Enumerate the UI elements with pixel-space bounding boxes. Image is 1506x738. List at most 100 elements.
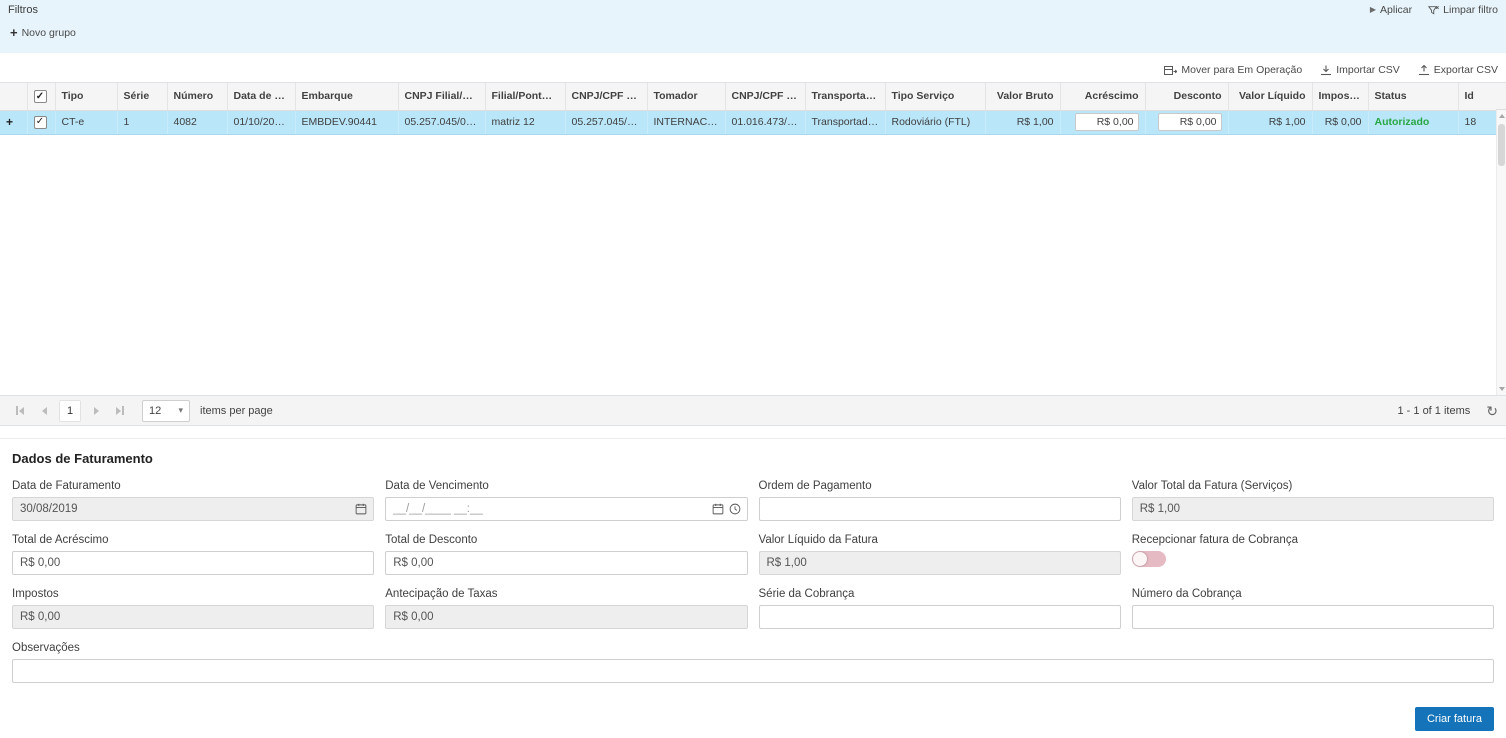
field-ordem-pagamento: Ordem de Pagamento bbox=[759, 480, 1121, 521]
column-header-desconto[interactable]: Desconto bbox=[1145, 83, 1228, 110]
grid-header-row: ✓ Tipo Série Número Data de Emiss... Emb… bbox=[0, 83, 1496, 110]
column-header-id[interactable]: Id bbox=[1458, 83, 1496, 110]
valor-liquido-fatura-input[interactable] bbox=[759, 551, 1121, 575]
field-valor-liquido-fatura: Valor Líquido da Fatura bbox=[759, 534, 1121, 575]
ordem-pagamento-input[interactable] bbox=[759, 497, 1121, 521]
column-header-transportador[interactable]: Transportador bbox=[805, 83, 885, 110]
export-csv-button[interactable]: Exportar CSV bbox=[1418, 64, 1498, 76]
acrescimo-input[interactable] bbox=[1075, 113, 1139, 131]
expand-row-icon[interactable]: + bbox=[6, 115, 13, 129]
column-header-cnpj-filial[interactable]: CNPJ Filial/Ponto de ... bbox=[398, 83, 485, 110]
apply-filter-button[interactable]: ▶ Aplicar bbox=[1370, 4, 1412, 16]
column-header-embarque[interactable]: Embarque bbox=[295, 83, 398, 110]
column-header-tipo-servico[interactable]: Tipo Serviço bbox=[885, 83, 985, 110]
desconto-input[interactable] bbox=[1158, 113, 1222, 131]
export-csv-label: Exportar CSV bbox=[1434, 64, 1498, 76]
valor-total-fatura-label: Valor Total da Fatura (Serviços) bbox=[1132, 480, 1494, 492]
antecipacao-taxas-label: Antecipação de Taxas bbox=[385, 588, 747, 600]
column-header-data-emissao[interactable]: Data de Emiss... bbox=[227, 83, 295, 110]
table-row[interactable]: + ✓ CT-e 1 4082 01/10/2018 11:07 EMBDEV.… bbox=[0, 110, 1496, 134]
app: Filtros ▶ Aplicar Limpar filtro + Novo bbox=[0, 0, 1506, 738]
ordem-pagamento-label: Ordem de Pagamento bbox=[759, 480, 1121, 492]
data-vencimento-input[interactable] bbox=[385, 497, 747, 521]
cell-acrescimo bbox=[1060, 110, 1145, 134]
column-header-acrescimo[interactable]: Acréscimo bbox=[1060, 83, 1145, 110]
page-title: Dados de Faturamento bbox=[0, 451, 1506, 466]
check-icon: ✓ bbox=[36, 92, 44, 102]
field-data-faturamento: Data de Faturamento bbox=[12, 480, 374, 521]
column-header-tomador[interactable]: Tomador bbox=[647, 83, 725, 110]
refresh-icon[interactable]: ↻ bbox=[1486, 404, 1498, 418]
cell-impostos: R$ 0,00 bbox=[1312, 110, 1368, 134]
field-numero-cobranca: Número da Cobrança bbox=[1132, 588, 1494, 629]
observacoes-label: Observações bbox=[12, 642, 1494, 654]
observacoes-input[interactable] bbox=[12, 659, 1494, 683]
billing-section: Dados de Faturamento Data de Faturamento bbox=[0, 438, 1506, 731]
column-header-serie[interactable]: Série bbox=[117, 83, 167, 110]
scrollbar-track[interactable] bbox=[1496, 110, 1506, 395]
import-csv-button[interactable]: Importar CSV bbox=[1320, 64, 1400, 76]
scrollbar-thumb[interactable] bbox=[1498, 124, 1505, 166]
apply-filter-label: Aplicar bbox=[1380, 4, 1412, 16]
total-acrescimo-input[interactable] bbox=[12, 551, 374, 575]
first-page-button[interactable] bbox=[8, 399, 32, 423]
column-header-filial[interactable]: Filial/Ponto de O... bbox=[485, 83, 565, 110]
recepcionar-cobranca-toggle[interactable] bbox=[1132, 551, 1166, 567]
column-header-numero[interactable]: Número bbox=[167, 83, 227, 110]
items-per-page-label: items per page bbox=[200, 405, 273, 417]
new-group-button[interactable]: + Novo grupo bbox=[10, 26, 76, 39]
valor-total-fatura-input[interactable] bbox=[1132, 497, 1494, 521]
field-recepcionar-cobranca: Recepcionar fatura de Cobrança bbox=[1132, 534, 1494, 575]
expand-cell: + bbox=[0, 110, 27, 134]
clear-filter-button[interactable]: Limpar filtro bbox=[1428, 4, 1498, 16]
column-header-status[interactable]: Status bbox=[1368, 83, 1458, 110]
data-faturamento-label: Data de Faturamento bbox=[12, 480, 374, 492]
row-checkbox[interactable]: ✓ bbox=[34, 116, 47, 129]
filters-title: Filtros bbox=[8, 4, 38, 16]
cell-valor-bruto: R$ 1,00 bbox=[985, 110, 1060, 134]
select-all-checkbox[interactable]: ✓ bbox=[34, 90, 47, 103]
next-page-button[interactable] bbox=[84, 399, 108, 423]
move-icon bbox=[1164, 65, 1177, 76]
expand-column-header bbox=[0, 83, 27, 110]
import-csv-label: Importar CSV bbox=[1336, 64, 1400, 76]
calendar-icon[interactable] bbox=[712, 503, 724, 515]
grid-table: ✓ Tipo Série Número Data de Emiss... Emb… bbox=[0, 83, 1497, 135]
documents-grid: ✓ Tipo Série Número Data de Emiss... Emb… bbox=[0, 82, 1506, 395]
field-total-desconto: Total de Desconto bbox=[385, 534, 747, 575]
check-icon: ✓ bbox=[36, 117, 44, 127]
column-header-cnpj-tomador[interactable]: CNPJ/CPF Tomador bbox=[565, 83, 647, 110]
field-observacoes: Observações bbox=[12, 642, 1494, 683]
status-badge: Autorizado bbox=[1368, 110, 1458, 134]
valor-liquido-fatura-label: Valor Líquido da Fatura bbox=[759, 534, 1121, 546]
scroll-up-icon[interactable] bbox=[1499, 114, 1505, 118]
column-header-cnpj-transportador[interactable]: CNPJ/CPF Transp... bbox=[725, 83, 805, 110]
data-faturamento-input[interactable] bbox=[12, 497, 374, 521]
filter-clear-icon bbox=[1428, 5, 1439, 16]
column-header-impostos[interactable]: Impostos bbox=[1312, 83, 1368, 110]
create-invoice-button[interactable]: Criar fatura bbox=[1415, 707, 1494, 731]
column-header-valor-bruto[interactable]: Valor Bruto bbox=[985, 83, 1060, 110]
field-valor-total-fatura: Valor Total da Fatura (Serviços) bbox=[1132, 480, 1494, 521]
page-size-select[interactable]: 12 ▾ bbox=[142, 400, 190, 422]
grid-vertical-scrollbar[interactable] bbox=[1496, 83, 1506, 395]
total-desconto-input[interactable] bbox=[385, 551, 747, 575]
clock-icon[interactable] bbox=[729, 503, 741, 515]
previous-page-button[interactable] bbox=[32, 399, 56, 423]
current-page-button[interactable]: 1 bbox=[59, 400, 81, 422]
move-to-operation-button[interactable]: Mover para Em Operação bbox=[1164, 64, 1302, 76]
numero-cobranca-input[interactable] bbox=[1132, 605, 1494, 629]
total-desconto-label: Total de Desconto bbox=[385, 534, 747, 546]
impostos-input[interactable] bbox=[12, 605, 374, 629]
calendar-icon[interactable] bbox=[355, 503, 367, 515]
field-impostos: Impostos bbox=[12, 588, 374, 629]
cell-cnpj-filial: 05.257.045/0001-60 bbox=[398, 110, 485, 134]
numero-cobranca-label: Número da Cobrança bbox=[1132, 588, 1494, 600]
import-csv-icon bbox=[1320, 65, 1332, 76]
serie-cobranca-input[interactable] bbox=[759, 605, 1121, 629]
column-header-tipo[interactable]: Tipo bbox=[55, 83, 117, 110]
scroll-down-icon[interactable] bbox=[1499, 387, 1505, 391]
last-page-button[interactable] bbox=[108, 399, 132, 423]
column-header-valor-liquido[interactable]: Valor Líquido bbox=[1228, 83, 1312, 110]
antecipacao-taxas-input[interactable] bbox=[385, 605, 747, 629]
